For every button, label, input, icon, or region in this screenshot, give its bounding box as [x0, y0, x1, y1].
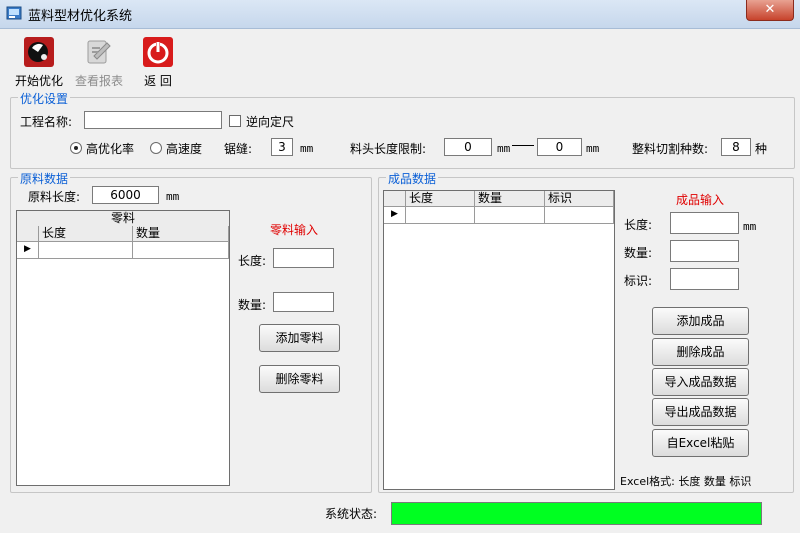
- offcut-table-caption: 零料: [17, 211, 229, 227]
- high-speed-radio[interactable]: [150, 142, 162, 154]
- back-label: 返 回: [144, 74, 172, 88]
- stub-limit-label: 料头长度限制:: [350, 142, 427, 156]
- product-table-header: 长度 数量 标识: [384, 191, 614, 207]
- import-product-button[interactable]: 导入成品数据: [652, 368, 749, 396]
- product-input-title: 成品输入: [676, 193, 725, 207]
- table-row[interactable]: ▶: [384, 207, 614, 224]
- delete-offcut-button[interactable]: 删除零料: [259, 365, 340, 393]
- offcut-table-header: 长度 数量: [17, 226, 229, 242]
- product-length-input[interactable]: [670, 212, 739, 234]
- high-rate-radio[interactable]: [70, 142, 82, 154]
- app-icon: [6, 6, 22, 20]
- window-close-button[interactable]: ✕: [746, 0, 794, 21]
- offcut-qty-label: 数量:: [238, 298, 267, 312]
- view-report-button[interactable]: 查看报表: [68, 36, 130, 89]
- product-col-tag[interactable]: 标识: [545, 191, 614, 206]
- raw-length-input[interactable]: [92, 186, 159, 204]
- cut-types-label: 整料切割种数:: [632, 142, 709, 156]
- offcut-col-length[interactable]: 长度: [39, 226, 133, 241]
- optimize-settings-legend: 优化设置: [18, 90, 71, 107]
- optimize-settings-group: [10, 97, 795, 169]
- stub-min-input[interactable]: [444, 138, 492, 156]
- view-report-label: 查看报表: [74, 74, 123, 88]
- product-table[interactable]: 长度 数量 标识 ▶: [383, 190, 615, 490]
- raw-material-legend: 原料数据: [18, 170, 71, 187]
- offcut-col-qty[interactable]: 数量: [133, 226, 229, 241]
- product-length-label: 长度:: [624, 218, 653, 232]
- system-status-bar: [391, 502, 762, 525]
- export-product-button[interactable]: 导出成品数据: [652, 398, 749, 426]
- offcut-length-input[interactable]: [273, 248, 334, 268]
- optimize-icon: [24, 37, 54, 67]
- reverse-fixed-label: 逆向定尺: [246, 115, 295, 129]
- offcut-input-title: 零料输入: [270, 223, 319, 237]
- window-title: 蓝料型材优化系统: [28, 9, 133, 24]
- product-qty-label: 数量:: [624, 246, 653, 260]
- product-col-qty[interactable]: 数量: [475, 191, 545, 206]
- offcut-qty-input[interactable]: [273, 292, 334, 312]
- stub-min-unit: mm: [497, 142, 511, 155]
- raw-length-label: 原料长度:: [28, 190, 81, 204]
- reverse-fixed-checkbox[interactable]: [229, 115, 241, 127]
- high-rate-label: 高优化率: [86, 142, 135, 156]
- table-row[interactable]: ▶: [17, 242, 229, 259]
- product-tag-label: 标识:: [624, 274, 653, 288]
- cut-types-input[interactable]: [721, 138, 751, 156]
- product-tag-input[interactable]: [670, 268, 739, 290]
- product-data-legend: 成品数据: [386, 170, 439, 187]
- project-name-input[interactable]: [84, 111, 222, 129]
- kerf-label: 锯缝:: [224, 142, 253, 156]
- row-pointer-icon: ▶: [384, 207, 406, 223]
- product-length-unit: mm: [743, 220, 757, 233]
- product-qty-input[interactable]: [670, 240, 739, 262]
- report-icon: [87, 40, 111, 64]
- add-offcut-button[interactable]: 添加零料: [259, 324, 340, 352]
- cut-types-unit: 种: [755, 142, 768, 156]
- offcut-length-label: 长度:: [238, 254, 267, 268]
- back-button[interactable]: 返 回: [127, 36, 189, 89]
- kerf-input[interactable]: [271, 138, 293, 156]
- stub-max-input[interactable]: [537, 138, 582, 156]
- stub-max-unit: mm: [586, 142, 600, 155]
- start-optimize-label: 开始优化: [14, 74, 63, 88]
- add-product-button[interactable]: 添加成品: [652, 307, 749, 335]
- kerf-unit: mm: [300, 142, 314, 155]
- product-col-length[interactable]: 长度: [406, 191, 475, 206]
- raw-length-unit: mm: [166, 190, 180, 203]
- paste-excel-button[interactable]: 自Excel粘贴: [652, 429, 749, 457]
- delete-product-button[interactable]: 删除成品: [652, 338, 749, 366]
- start-optimize-button[interactable]: 开始优化: [8, 36, 70, 89]
- high-speed-label: 高速度: [166, 142, 203, 156]
- offcut-table[interactable]: 零料 长度 数量 ▶: [16, 210, 230, 486]
- system-status-label: 系统状态:: [325, 507, 378, 521]
- row-pointer-icon: ▶: [17, 242, 39, 258]
- range-dash: [512, 145, 534, 146]
- project-name-label: 工程名称:: [20, 115, 73, 129]
- excel-format-hint: Excel格式: 长度 数量 标识: [620, 475, 752, 488]
- power-icon: [143, 37, 173, 67]
- title-bar: 蓝料型材优化系统 ✕: [0, 0, 800, 29]
